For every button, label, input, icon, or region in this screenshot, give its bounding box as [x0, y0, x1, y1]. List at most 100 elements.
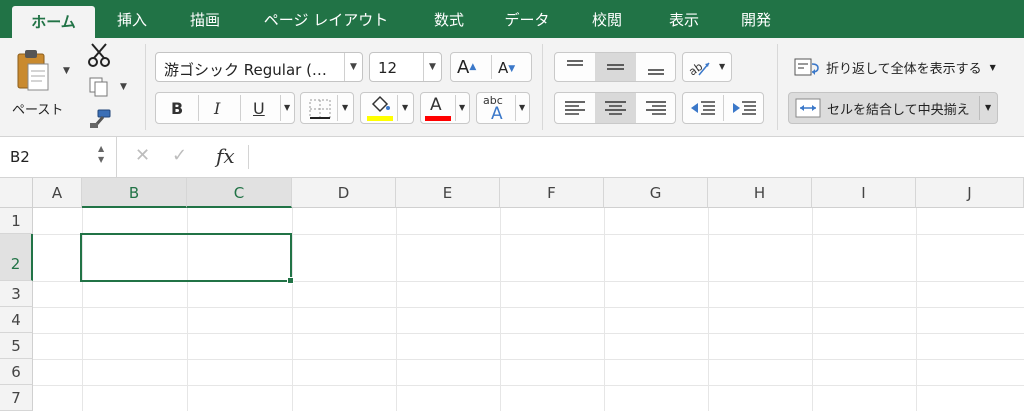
text-orientation-icon: ab — [687, 60, 710, 79]
tab-draw[interactable]: 描画 — [173, 0, 237, 38]
wrap-text-icon — [794, 58, 819, 76]
tab-page-layout[interactable]: ページ レイアウト — [246, 0, 406, 38]
gridline — [33, 385, 1024, 386]
row-header-4[interactable]: 4 — [0, 307, 33, 333]
font-color-button[interactable]: A ▼ — [420, 92, 470, 124]
scissors-icon — [88, 43, 110, 67]
underline-options-chevron-icon[interactable]: ▼ — [284, 103, 290, 112]
cut-button[interactable] — [86, 42, 114, 68]
gridline — [33, 333, 1024, 334]
triangle-up-icon: ▲ — [469, 62, 477, 72]
tab-insert[interactable]: 挿入 — [103, 0, 161, 38]
format-painter-button[interactable] — [88, 108, 114, 132]
name-box[interactable]: B2 ▲ ▼ — [0, 137, 117, 177]
increase-indent-button[interactable] — [724, 93, 764, 123]
selected-cell-range[interactable] — [80, 233, 292, 282]
row-header-6[interactable]: 6 — [0, 359, 33, 385]
name-box-value: B2 — [10, 148, 30, 166]
align-bottom-button[interactable] — [636, 53, 676, 81]
gridline — [916, 208, 917, 411]
borders-button[interactable]: ▼ — [300, 92, 354, 124]
fill-color-swatch — [367, 116, 393, 121]
column-header-a[interactable]: A — [33, 178, 82, 208]
column-header-c[interactable]: C — [187, 178, 292, 208]
separator — [248, 145, 249, 169]
row-header-3[interactable]: 3 — [0, 281, 33, 307]
gridline — [708, 208, 709, 411]
underline-button[interactable]: U — [253, 99, 265, 118]
triangle-down-icon: ▼ — [508, 64, 516, 74]
paint-bucket-icon — [371, 95, 390, 113]
column-header-d[interactable]: D — [292, 178, 396, 208]
orientation-chevron-icon[interactable]: ▼ — [719, 62, 725, 71]
wrap-text-label: 折り返して全体を表示する — [826, 61, 982, 77]
font-size-dropdown[interactable]: 12 ▼ — [369, 52, 442, 82]
italic-button[interactable]: I — [214, 99, 220, 118]
copy-button[interactable] — [88, 76, 114, 100]
tab-view[interactable]: 表示 — [652, 0, 716, 38]
select-all-corner[interactable] — [0, 178, 33, 208]
increase-font-size-button[interactable]: A▲ — [457, 57, 476, 78]
chevron-down-icon[interactable]: ▼ — [344, 53, 362, 81]
column-header-h[interactable]: H — [708, 178, 812, 208]
gridline — [604, 208, 605, 411]
clipboard-icon — [17, 50, 49, 91]
cancel-icon[interactable]: ✕ — [135, 145, 150, 166]
decrease-font-size-button[interactable]: A▼ — [498, 59, 515, 77]
tab-developer[interactable]: 開発 — [726, 0, 786, 38]
row-header-2[interactable]: 2 — [0, 234, 33, 281]
phonetic-chevron-icon[interactable]: ▼ — [519, 103, 525, 112]
tab-formulas[interactable]: 数式 — [420, 0, 478, 38]
orientation-button[interactable]: ab ▼ — [682, 52, 732, 82]
column-header-g[interactable]: G — [604, 178, 708, 208]
row-header-5[interactable]: 5 — [0, 333, 33, 359]
insert-function-button[interactable]: fx — [216, 144, 235, 168]
row-header-1[interactable]: 1 — [0, 208, 33, 234]
align-center-icon — [605, 101, 626, 115]
svg-text:ab: ab — [687, 60, 705, 79]
align-top-button[interactable] — [555, 53, 595, 81]
font-size-value: 12 — [378, 59, 398, 77]
separator — [979, 96, 980, 120]
name-box-stepper-icon[interactable]: ▲ ▼ — [98, 143, 104, 165]
separator — [542, 44, 543, 130]
fill-color-button[interactable]: ▼ — [360, 92, 414, 124]
wrap-text-chevron-icon[interactable]: ▼ — [990, 63, 996, 72]
font-name-dropdown[interactable]: 游ゴシック Regular (… ▼ — [155, 52, 363, 82]
tab-home[interactable]: ホーム — [12, 6, 95, 38]
formula-input[interactable] — [256, 137, 1024, 177]
fill-handle[interactable] — [287, 277, 294, 284]
copy-options-chevron-icon[interactable]: ▼ — [120, 82, 127, 92]
merge-center-button[interactable]: セルを結合して中央揃え ▼ — [788, 92, 998, 124]
wrap-text-button[interactable]: 折り返して全体を表示する ▼ — [790, 52, 1016, 82]
tab-data[interactable]: データ — [492, 0, 562, 38]
row-header-7[interactable]: 7 — [0, 385, 33, 411]
paste-label: ペースト — [12, 103, 64, 118]
column-header-b[interactable]: B — [82, 178, 187, 208]
chevron-down-icon[interactable]: ▼ — [423, 53, 441, 81]
copy-icon — [89, 77, 108, 97]
fill-color-chevron-icon[interactable]: ▼ — [402, 103, 408, 112]
column-header-f[interactable]: F — [500, 178, 604, 208]
column-header-e[interactable]: E — [396, 178, 500, 208]
column-header-j[interactable]: J — [916, 178, 1024, 208]
decrease-indent-button[interactable] — [683, 93, 723, 123]
align-right-button[interactable] — [636, 93, 676, 123]
grow-font-label: A — [457, 57, 470, 78]
increase-indent-icon — [733, 101, 756, 115]
align-left-button[interactable] — [555, 93, 595, 123]
gridline — [33, 359, 1024, 360]
phonetic-guide-button[interactable]: abc A ▼ — [476, 92, 530, 124]
borders-chevron-icon[interactable]: ▼ — [342, 103, 348, 112]
enter-icon[interactable]: ✓ — [172, 145, 187, 166]
paste-options-chevron-icon[interactable]: ▼ — [63, 66, 70, 76]
font-color-chevron-icon[interactable]: ▼ — [459, 103, 465, 112]
merge-center-chevron-icon[interactable]: ▼ — [985, 103, 991, 112]
paste-button[interactable] — [12, 46, 60, 98]
column-header-i[interactable]: I — [812, 178, 916, 208]
align-middle-button[interactable] — [595, 53, 636, 81]
bold-button[interactable]: B — [171, 99, 183, 118]
tab-review[interactable]: 校閲 — [578, 0, 636, 38]
align-center-button[interactable] — [595, 93, 636, 123]
separator — [145, 44, 146, 130]
